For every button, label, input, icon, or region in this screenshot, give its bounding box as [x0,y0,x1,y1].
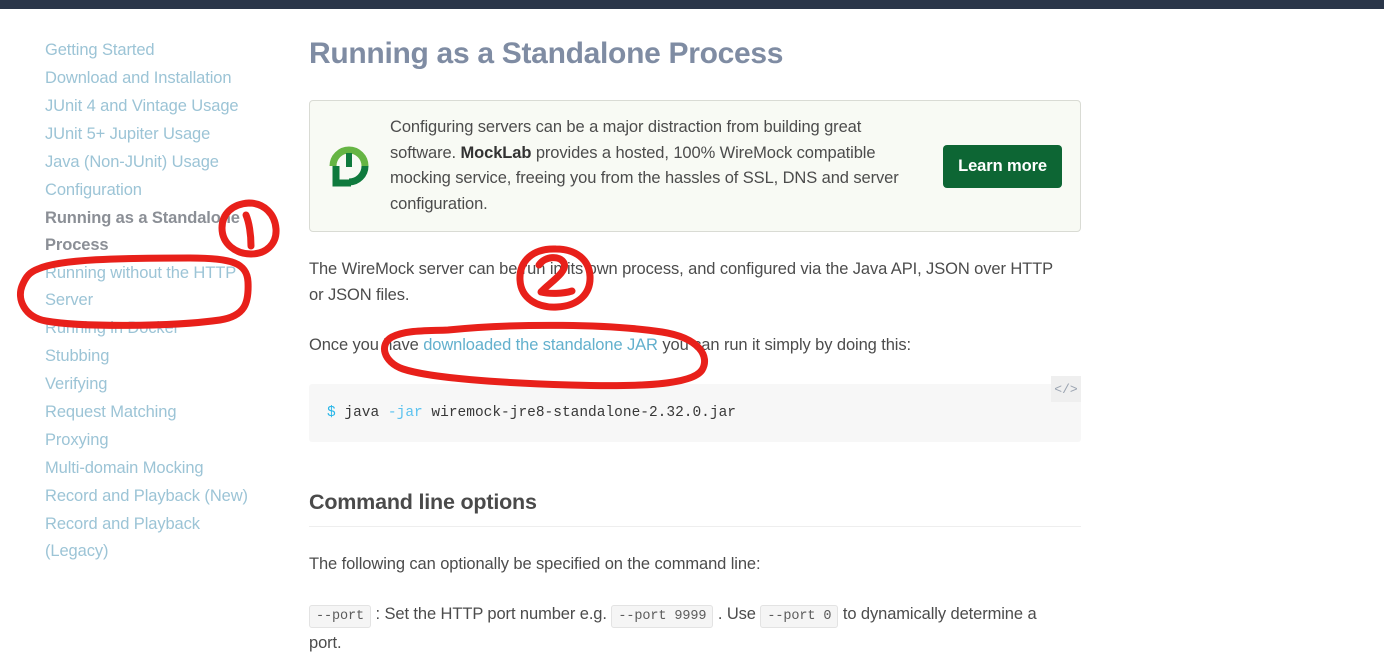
sidebar-item-stubbing[interactable]: Stubbing [45,343,260,370]
page-body: Getting Started Download and Installatio… [0,9,1384,661]
mocklab-logo-icon [326,140,372,192]
code-block-content: $ java -jar wiremock-jre8-standalone-2.3… [309,403,736,423]
sidebar-item-record-and-playback-legacy[interactable]: Record and Playback (Legacy) [45,511,260,565]
code-brackets-icon[interactable]: </> [1051,376,1081,402]
code-flag: -jar [387,405,423,421]
banner-text: Configuring servers can be a major distr… [390,115,943,217]
sidebar-item-request-matching[interactable]: Request Matching [45,399,260,426]
main-content: Running as a Standalone Process Configur… [309,9,1099,661]
paragraph-server-description: The WireMock server can be run in its ow… [309,260,1053,304]
sidebar-item-running-without-the-http-server[interactable]: Running without the HTTP Server [45,260,260,314]
page-title: Running as a Standalone Process [309,37,784,70]
sidebar-item-junit-4-and-vintage-usage[interactable]: JUnit 4 and Vintage Usage [45,93,260,120]
code-prompt: $ [327,405,336,421]
sidebar-nav: Getting Started Download and Installatio… [0,9,300,661]
section-heading-command-line-options: Command line options [309,490,537,514]
port-text-1: : Set the HTTP port number e.g. [371,605,612,623]
code-command: java [335,405,388,421]
sidebar-item-record-and-playback-new[interactable]: Record and Playback (New) [45,483,260,510]
sidebar-item-java-non-junit-usage[interactable]: Java (Non-JUnit) Usage [45,149,260,176]
banner-brand-name: MockLab [460,143,532,162]
code-block: $ java -jar wiremock-jre8-standalone-2.3… [309,376,1081,442]
sidebar-item-getting-started[interactable]: Getting Started [45,37,260,64]
code-chip-port-0: --port 0 [760,605,839,628]
paragraph-download-instruction: Once you have downloaded the standalone … [309,308,1069,358]
standalone-jar-link[interactable]: downloaded the standalone JAR [423,336,658,354]
sidebar-item-junit-5-jupiter-usage[interactable]: JUnit 5+ Jupiter Usage [45,121,260,148]
top-bar [0,0,1384,9]
sidebar-item-download-and-installation[interactable]: Download and Installation [45,65,260,92]
sidebar-item-verifying[interactable]: Verifying [45,371,260,398]
paragraph-text-before-link: Once you have [309,336,424,354]
sidebar-item-running-in-docker[interactable]: Running in Docker [45,315,260,342]
sidebar-item-multi-domain-mocking[interactable]: Multi-domain Mocking [45,455,260,482]
paragraph-text-after-link: you can run it simply by doing this: [657,336,911,354]
code-argument: wiremock-jre8-standalone-2.32.0.jar [422,405,736,421]
sidebar-item-proxying[interactable]: Proxying [45,427,260,454]
port-text-2: . Use [713,605,761,623]
code-chip-port-9999: --port 9999 [611,605,714,628]
code-chip-port: --port [309,605,372,628]
mocklab-promo-banner: Configuring servers can be a major distr… [309,100,1081,232]
sidebar-item-running-as-a-standalone-process[interactable]: Running as a Standalone Process [45,205,260,259]
sidebar-item-configuration[interactable]: Configuration [45,177,260,204]
learn-more-button[interactable]: Learn more [943,144,1062,188]
paragraph-command-line-intro: The following can optionally be specifie… [309,555,761,573]
paragraph-port-option: --port : Set the HTTP port number e.g. -… [309,577,1069,656]
